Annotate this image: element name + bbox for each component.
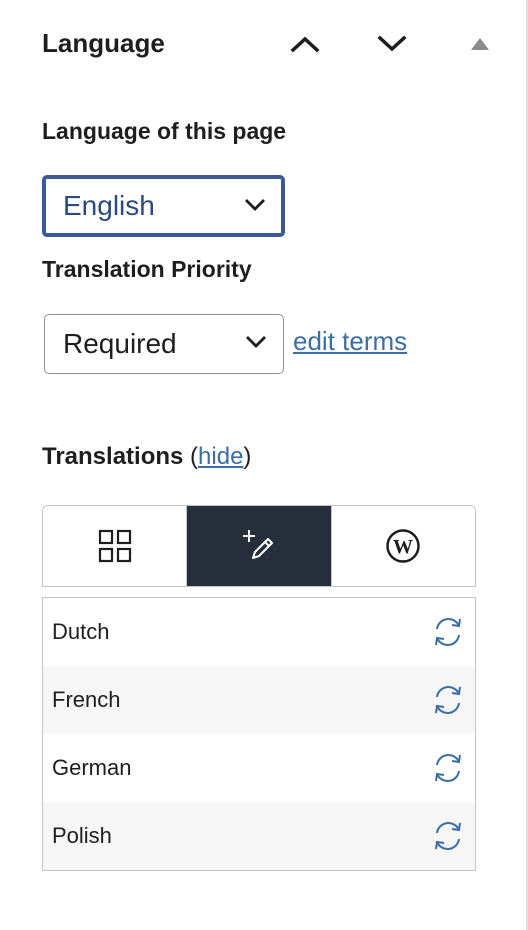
language-name: French bbox=[52, 687, 121, 712]
move-up-button[interactable] bbox=[285, 24, 325, 64]
translation-language-list: Dutch French German Polish bbox=[42, 597, 476, 871]
panel-title: Language bbox=[42, 28, 165, 58]
triangle-up-icon bbox=[471, 38, 489, 50]
tab-wordpress[interactable]: W bbox=[331, 506, 475, 586]
list-item: French bbox=[43, 666, 475, 734]
translation-priority-select[interactable]: Required bbox=[44, 314, 284, 374]
list-item: Polish bbox=[43, 802, 475, 870]
language-select[interactable]: English bbox=[42, 175, 285, 237]
chevron-down-icon bbox=[245, 199, 265, 211]
wordpress-icon: W bbox=[386, 529, 421, 563]
sync-icon bbox=[435, 685, 461, 715]
sync-icon bbox=[435, 617, 461, 647]
collapse-toggle-button[interactable] bbox=[460, 24, 500, 64]
translations-heading: Translations (hide) bbox=[42, 443, 251, 471]
language-panel: Language Language of this page English T… bbox=[0, 0, 528, 930]
sync-icon bbox=[435, 821, 461, 851]
tab-grid-view[interactable] bbox=[43, 506, 188, 586]
translations-label: Translations bbox=[42, 443, 184, 470]
paren-open: ( bbox=[183, 443, 199, 470]
grid-icon bbox=[98, 529, 131, 563]
language-name: Dutch bbox=[52, 619, 110, 644]
language-select-value: English bbox=[63, 190, 155, 221]
priority-select-value: Required bbox=[63, 328, 177, 359]
translation-view-tabs: W bbox=[42, 505, 476, 587]
chevron-down-icon bbox=[377, 35, 407, 52]
sync-button[interactable] bbox=[429, 613, 467, 651]
translation-priority-label: Translation Priority bbox=[42, 256, 252, 282]
hide-translations-link[interactable]: hide bbox=[198, 443, 243, 470]
chevron-up-icon bbox=[290, 36, 320, 53]
language-name: German bbox=[52, 755, 132, 780]
language-name: Polish bbox=[52, 823, 112, 848]
paren-close: ) bbox=[243, 443, 252, 470]
language-of-page-label: Language of this page bbox=[42, 118, 287, 144]
panel-header: Language bbox=[42, 24, 492, 64]
add-edit-icon bbox=[242, 530, 273, 559]
sync-button[interactable] bbox=[429, 817, 467, 855]
chevron-down-icon bbox=[246, 336, 266, 348]
tab-add-edit[interactable] bbox=[187, 506, 332, 586]
list-item: Dutch bbox=[43, 598, 475, 666]
edit-terms-link[interactable]: edit terms bbox=[293, 326, 407, 357]
sync-button[interactable] bbox=[429, 681, 467, 719]
list-item: German bbox=[43, 734, 475, 802]
sync-icon bbox=[435, 753, 461, 783]
move-down-button[interactable] bbox=[372, 24, 412, 64]
sync-button[interactable] bbox=[429, 749, 467, 787]
svg-text:W: W bbox=[393, 536, 413, 558]
